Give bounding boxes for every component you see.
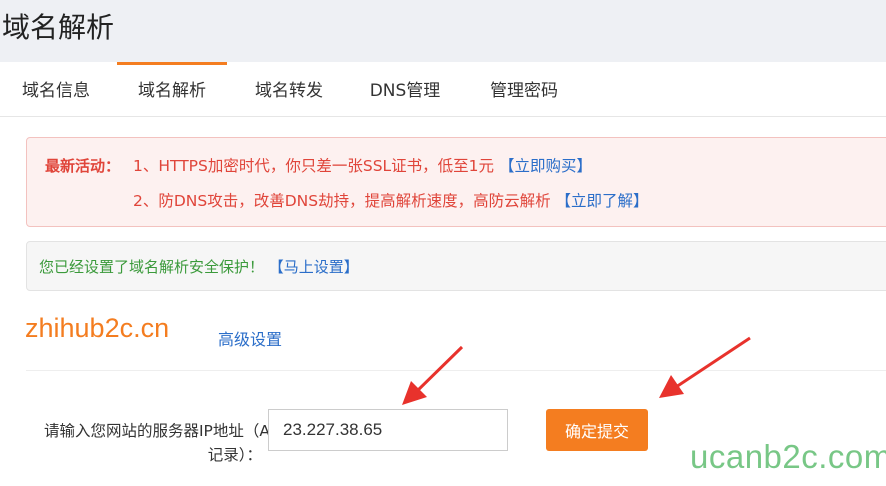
promo-line-2-text: 2、防DNS攻击，改善DNS劫持，提高解析速度，高防云解析 xyxy=(133,192,551,210)
setup-now-link[interactable]: 【马上设置】 xyxy=(269,258,359,276)
security-text: 您已经设置了域名解析安全保护！ xyxy=(39,258,265,276)
confirm-submit-button[interactable]: 确定提交 xyxy=(546,409,648,451)
promo-line-1: 1、HTTPS加密时代，你只差一张SSL证书，低至1元 【立即购买】 xyxy=(133,154,592,176)
security-notice: 您已经设置了域名解析安全保护！ 【马上设置】 xyxy=(26,241,886,291)
ip-label-line-2: 记录）： xyxy=(207,446,262,464)
buy-now-link[interactable]: 【立即购买】 xyxy=(499,157,592,175)
left-arrow-icon xyxy=(402,345,464,405)
promo-line-1-text: 1、HTTPS加密时代，你只差一张SSL证书，低至1元 xyxy=(133,157,495,175)
right-arrow-icon xyxy=(659,336,751,398)
tab-domain-resolution[interactable]: 域名解析 xyxy=(117,62,227,116)
promo-line-2: 2、防DNS攻击，改善DNS劫持，提高解析速度，高防云解析 【立即了解】 xyxy=(133,189,649,211)
page-title: 域名解析 xyxy=(2,11,115,44)
learn-more-link[interactable]: 【立即了解】 xyxy=(556,192,649,210)
security-message: 您已经设置了域名解析安全保护！ 【马上设置】 xyxy=(39,256,359,277)
section-divider xyxy=(26,370,886,371)
ip-label-line-1: 请输入您网站的服务器IP地址（A xyxy=(43,422,270,440)
server-ip-input[interactable] xyxy=(268,409,508,451)
advanced-settings-link[interactable]: 高级设置 xyxy=(218,326,282,350)
tab-bar: 域名信息 域名解析 域名转发 DNS管理 管理密码 xyxy=(0,62,886,116)
promo-banner: 最新活动： 1、HTTPS加密时代，你只差一张SSL证书，低至1元 【立即购买】… xyxy=(26,137,886,227)
tab-divider xyxy=(0,116,886,117)
domain-name: zhihub2c.cn xyxy=(25,313,170,343)
page-header: 域名解析 xyxy=(0,0,886,62)
tab-dns-management[interactable]: DNS管理 xyxy=(350,62,460,116)
tab-domain-info[interactable]: 域名信息 xyxy=(0,62,112,116)
tab-domain-forwarding[interactable]: 域名转发 xyxy=(234,62,344,116)
watermark-text: ucanb2c.com xyxy=(690,438,886,475)
tab-manage-password[interactable]: 管理密码 xyxy=(468,62,580,116)
promo-label: 最新活动： xyxy=(45,157,121,175)
ip-address-label: 请输入您网站的服务器IP地址（A 记录）： xyxy=(8,419,270,467)
